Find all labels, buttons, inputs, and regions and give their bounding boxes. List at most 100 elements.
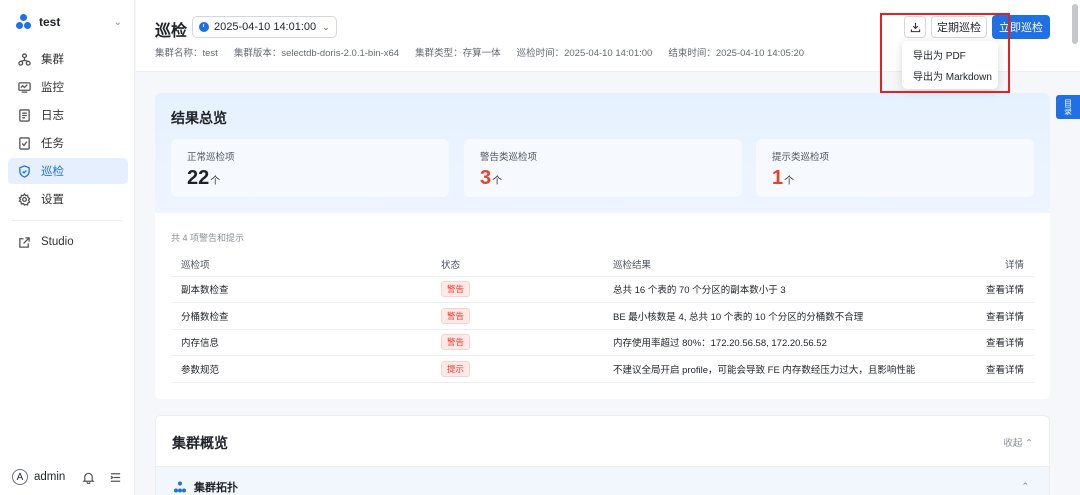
- user-name: admin: [34, 471, 66, 483]
- cluster-meta: 集群名称：test 集群版本：selectdb-doris-2.0.1-bin-…: [155, 45, 804, 59]
- status-badge: 警告: [441, 307, 471, 324]
- summary-header: 结果总览 正常巡检项 22个 警告类巡检项 3个 提示类巡检项 1个: [155, 93, 1050, 213]
- sidebar-item-cluster[interactable]: 集群: [8, 46, 128, 72]
- view-detail-link[interactable]: 查看详情: [954, 276, 1034, 303]
- view-detail-link[interactable]: 查看详情: [954, 302, 1034, 330]
- cell-item: 参数规范: [171, 355, 431, 383]
- meta-cluster-version: 集群版本：selectdb-doris-2.0.1-bin-x64: [233, 48, 400, 59]
- section-title: 结果总览: [171, 110, 227, 126]
- stat-normal: 正常巡检项 22个: [171, 139, 449, 197]
- menu-item-export-markdown[interactable]: 导出为 Markdown: [902, 65, 998, 86]
- chevron-down-icon: ⌄: [322, 21, 330, 32]
- issues-table-wrap: 共 4 项警告和提示 巡检项 状态 巡检结果 详情 副本数检查 警告 总共 16…: [155, 213, 1050, 383]
- meta-end-time: 结束时间：2025-04-10 14:05:20: [668, 48, 805, 59]
- column-header: 详情: [954, 252, 1034, 277]
- column-header: 巡检结果: [603, 252, 954, 277]
- column-header: 状态: [431, 252, 603, 277]
- sidebar-item-studio[interactable]: Studio: [8, 229, 128, 255]
- export-menu: 导出为 PDF 导出为 Markdown: [902, 41, 998, 89]
- sidebar-item-inspection[interactable]: 巡检: [8, 158, 128, 184]
- menu-item-export-pdf[interactable]: 导出为 PDF: [902, 44, 998, 65]
- cell-result: BE 最小核数是 4, 总共 10 个表的 10 个分区的分桶数不合理: [603, 302, 954, 330]
- cluster-topology-header[interactable]: 集群拓扑 ⌃: [156, 466, 1049, 495]
- bell-icon[interactable]: [82, 471, 95, 484]
- chevron-up-icon: ⌃: [1021, 481, 1029, 491]
- status-badge: 提示: [441, 360, 471, 377]
- inspection-time-select[interactable]: 2025-04-10 14:01:00 ⌄: [192, 16, 337, 38]
- cluster-name: test: [39, 15, 61, 29]
- collapse-button[interactable]: 收起 ⌃: [1003, 435, 1033, 449]
- meta-inspect-time: 巡检时间：2025-04-10 14:01:00: [516, 48, 653, 59]
- cluster-overview-card: 集群概览 收起 ⌃ 集群拓扑 ⌃: [155, 415, 1050, 495]
- sidebar-item-label: 任务: [41, 138, 64, 150]
- table-row: 内存信息 警告 内存使用率超过 80%：172.20.56.58, 172.20…: [171, 329, 1034, 356]
- stat-value: 22个: [187, 167, 221, 189]
- stat-value: 3个: [480, 167, 503, 189]
- monitor-icon: [18, 81, 31, 93]
- chevron-down-icon: ⌄: [113, 16, 122, 28]
- divider: [12, 220, 122, 221]
- task-icon: [19, 136, 30, 150]
- menu-collapse-icon[interactable]: [109, 471, 122, 484]
- sidebar-item-label: Studio: [41, 236, 74, 248]
- cell-result: 总共 16 个表的 70 个分区的副本数小于 3: [603, 276, 954, 303]
- view-detail-link[interactable]: 查看详情: [954, 355, 1034, 383]
- stat-warning: 警告类巡检项 3个: [464, 139, 742, 197]
- page-header: 巡检 2025-04-10 14:01:00 ⌄ 集群名称：test 集群版本：…: [136, 0, 1080, 89]
- page-title: 巡检: [155, 23, 188, 40]
- sidebar-item-label: 设置: [41, 194, 64, 206]
- stat-hint: 提示类巡检项 1个: [756, 139, 1034, 197]
- result-summary-card: 结果总览 正常巡检项 22个 警告类巡检项 3个 提示类巡检项 1个 共 4 项…: [155, 93, 1050, 399]
- time-select-value: 2025-04-10 14:01:00: [214, 21, 317, 33]
- cluster-switcher[interactable]: test ⌄: [0, 0, 134, 44]
- status-badge: 警告: [441, 281, 471, 298]
- status-badge: 警告: [441, 334, 471, 351]
- sidebar-item-label: 巡检: [41, 166, 64, 178]
- cell-item: 内存信息: [171, 329, 431, 356]
- table-row: 参数规范 提示 不建议全局开启 profile，可能会导致 FE 内存数经压力过…: [171, 355, 1034, 383]
- sidebar-nav: 集群 监控 日志 任务 巡检 设置 Studio: [0, 46, 134, 255]
- download-icon: [910, 22, 920, 32]
- inspection-icon: [19, 164, 30, 178]
- column-header: 巡检项: [171, 252, 431, 277]
- cluster-logo-icon: [16, 14, 32, 30]
- cell-result: 内存使用率超过 80%：172.20.56.58, 172.20.56.52: [603, 329, 954, 356]
- user-footer: A admin: [12, 469, 122, 485]
- sidebar-item-log[interactable]: 日志: [8, 102, 128, 128]
- toc-button[interactable]: 目录: [1056, 95, 1080, 119]
- stat-label: 警告类巡检项: [480, 152, 538, 163]
- sidebar-item-task[interactable]: 任务: [8, 130, 128, 156]
- scrollbar[interactable]: [1072, 4, 1078, 44]
- gear-icon: [18, 192, 31, 206]
- meta-cluster-type: 集群类型：存算一体: [415, 48, 501, 59]
- stat-label: 正常巡检项: [187, 152, 235, 163]
- sidebar-item-label: 集群: [41, 54, 64, 66]
- table-row: 副本数检查 警告 总共 16 个表的 70 个分区的副本数小于 3 查看详情: [171, 276, 1034, 303]
- section-title: 集群概览: [172, 435, 228, 451]
- sidebar-item-label: 日志: [41, 110, 64, 122]
- table-header-row: 巡检项 状态 巡检结果 详情: [171, 252, 1034, 277]
- topology-label: 集群拓扑: [194, 481, 238, 494]
- run-inspection-button[interactable]: 立即巡检: [992, 15, 1050, 39]
- schedule-inspection-button[interactable]: 定期巡检: [931, 16, 987, 38]
- cell-item: 副本数检查: [171, 276, 431, 303]
- sidebar-item-settings[interactable]: 设置: [8, 186, 128, 212]
- avatar[interactable]: A: [12, 469, 28, 485]
- log-icon: [19, 108, 30, 122]
- cell-result: 不建议全局开启 profile，可能会导致 FE 内存数经压力过大，且影响性能: [603, 355, 954, 383]
- stat-value: 1个: [772, 167, 795, 189]
- meta-cluster-name: 集群名称：test: [155, 48, 218, 59]
- sidebar-item-label: 监控: [41, 82, 64, 94]
- clock-icon: [199, 22, 209, 32]
- chevron-up-icon: ⌃: [1025, 438, 1033, 449]
- stat-label: 提示类巡检项: [772, 152, 830, 163]
- sidebar: test ⌄ 集群 监控 日志 任务 巡检 设置 Studio A admin: [0, 0, 135, 495]
- cell-item: 分桶数检查: [171, 302, 431, 330]
- view-detail-link[interactable]: 查看详情: [954, 329, 1034, 356]
- table-row: 分桶数检查 警告 BE 最小核数是 4, 总共 10 个表的 10 个分区的分桶…: [171, 302, 1034, 330]
- external-link-icon: [19, 236, 30, 248]
- export-button[interactable]: [904, 16, 926, 38]
- topology-icon: [174, 481, 186, 492]
- issues-total: 共 4 项警告和提示: [171, 233, 245, 243]
- sidebar-item-monitor[interactable]: 监控: [8, 74, 128, 100]
